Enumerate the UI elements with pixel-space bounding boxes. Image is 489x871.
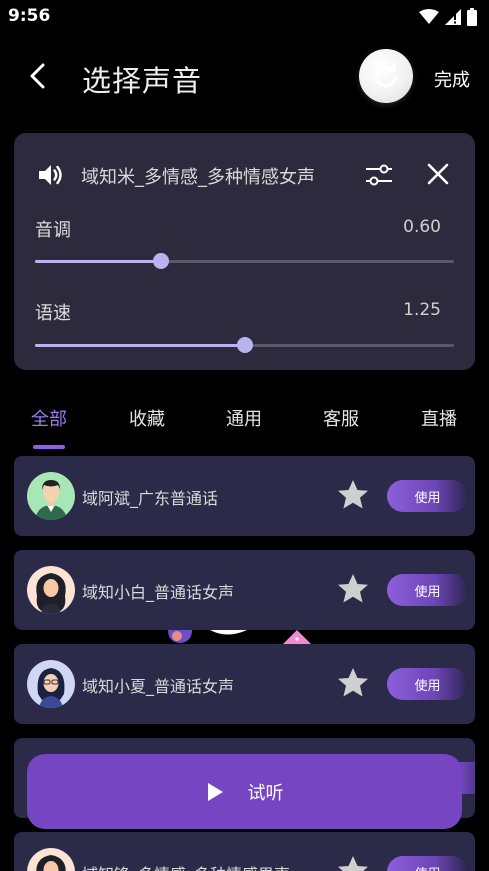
tab-live[interactable]: 直播	[421, 405, 457, 431]
page-title: 选择声音	[82, 64, 203, 98]
back-arrow-icon[interactable]	[24, 62, 52, 90]
wifi-icon	[419, 9, 439, 24]
adjust-sliders-icon[interactable]	[365, 163, 393, 187]
header: 选择声音 完成	[0, 40, 489, 112]
refresh-button[interactable]	[359, 49, 413, 103]
speed-slider[interactable]	[35, 337, 454, 353]
voice-name: 域知小白_普通话女声	[82, 583, 235, 602]
tab-general[interactable]: 通用	[226, 405, 262, 431]
pitch-slider-fill	[35, 260, 161, 263]
play-icon	[207, 782, 223, 801]
close-icon[interactable]	[427, 163, 449, 185]
listen-button[interactable]: 试听	[27, 754, 462, 829]
tab-all[interactable]: 全部	[31, 405, 67, 431]
voice-selection-screen: 9:56 选择声音 完成 域知米_多情感_多种情感女声 音调 0.60 语速 1…	[0, 0, 489, 871]
use-button[interactable]: 使用	[387, 668, 468, 700]
battery-icon	[467, 8, 477, 26]
pitch-label: 音调	[35, 220, 71, 241]
voice-name: 域知锋_多情感_多种情感男声	[82, 861, 290, 871]
status-bar: 9:56	[0, 0, 489, 34]
star-icon[interactable]	[336, 854, 370, 871]
star-icon[interactable]	[336, 572, 370, 606]
selected-voice-name: 域知米_多情感_多种情感女声	[81, 167, 315, 188]
voice-settings-card: 域知米_多情感_多种情感女声 音调 0.60 语速 1.25	[14, 133, 475, 370]
refresh-icon	[375, 63, 397, 88]
cellular-signal-icon	[445, 9, 461, 25]
list-item[interactable]: 域知小夏_普通话女声 使用	[14, 644, 475, 724]
voice-name: 域知小夏_普通话女声	[82, 677, 235, 696]
speed-value: 1.25	[403, 300, 441, 320]
voice-name: 域阿斌_广东普通话	[82, 489, 219, 508]
status-time: 9:56	[8, 6, 51, 26]
listen-label: 试听	[247, 782, 284, 804]
avatar	[27, 472, 75, 520]
list-item[interactable]: 域阿斌_广东普通话 使用	[14, 456, 475, 536]
pitch-slider-thumb[interactable]	[152, 253, 169, 269]
star-icon[interactable]	[336, 666, 370, 700]
speed-slider-fill	[35, 344, 245, 347]
speed-label: 语速	[35, 303, 71, 324]
tab-customer-service[interactable]: 客服	[323, 405, 359, 431]
speaker-icon	[39, 165, 62, 185]
avatar	[27, 660, 75, 708]
pitch-slider[interactable]	[35, 253, 454, 269]
use-button[interactable]: 使用	[387, 856, 468, 871]
status-icons	[419, 8, 477, 26]
background-illustration	[168, 630, 311, 644]
category-tabs: 全部 收藏 通用 客服 直播	[0, 395, 489, 451]
star-icon[interactable]	[336, 478, 370, 512]
avatar	[27, 848, 75, 871]
list-item[interactable]: 域知锋_多情感_多种情感男声 使用	[14, 832, 475, 871]
done-button[interactable]: 完成	[434, 66, 470, 92]
active-tab-indicator	[33, 445, 65, 449]
pitch-value: 0.60	[403, 217, 441, 237]
list-item[interactable]: 域知小白_普通话女声 使用	[14, 550, 475, 630]
speed-slider-thumb[interactable]	[236, 337, 253, 353]
avatar	[27, 566, 75, 614]
use-button[interactable]: 使用	[387, 480, 468, 512]
tab-favorites[interactable]: 收藏	[129, 405, 165, 431]
use-button[interactable]: 使用	[387, 574, 468, 606]
